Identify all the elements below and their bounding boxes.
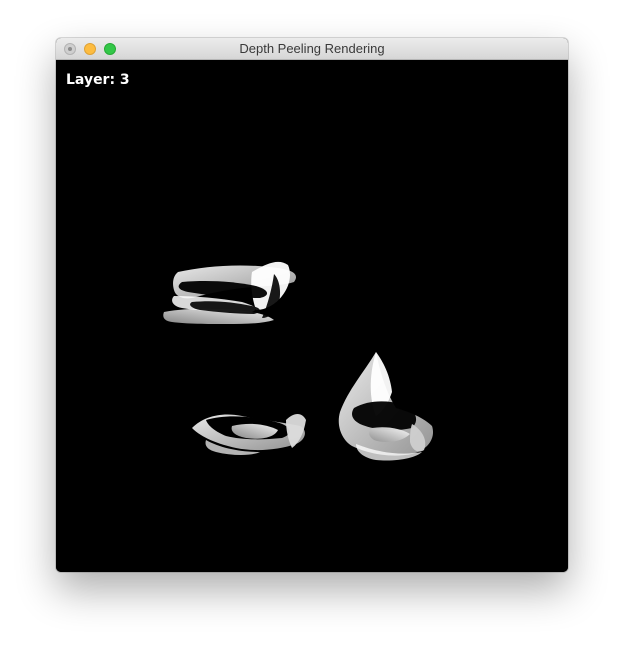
mesh-fragment-lower-left (192, 414, 306, 455)
title-bar[interactable]: Depth Peeling Rendering (56, 38, 568, 60)
window-title: Depth Peeling Rendering (239, 41, 385, 56)
depth-peeled-render (163, 261, 434, 461)
app-window: Depth Peeling Rendering Layer: 3 (56, 38, 568, 572)
mesh-fragment-right (338, 352, 434, 461)
layer-indicator: Layer: 3 (66, 72, 130, 88)
render-viewport[interactable]: Layer: 3 (56, 60, 568, 572)
mesh-fragment-upper (163, 261, 297, 324)
